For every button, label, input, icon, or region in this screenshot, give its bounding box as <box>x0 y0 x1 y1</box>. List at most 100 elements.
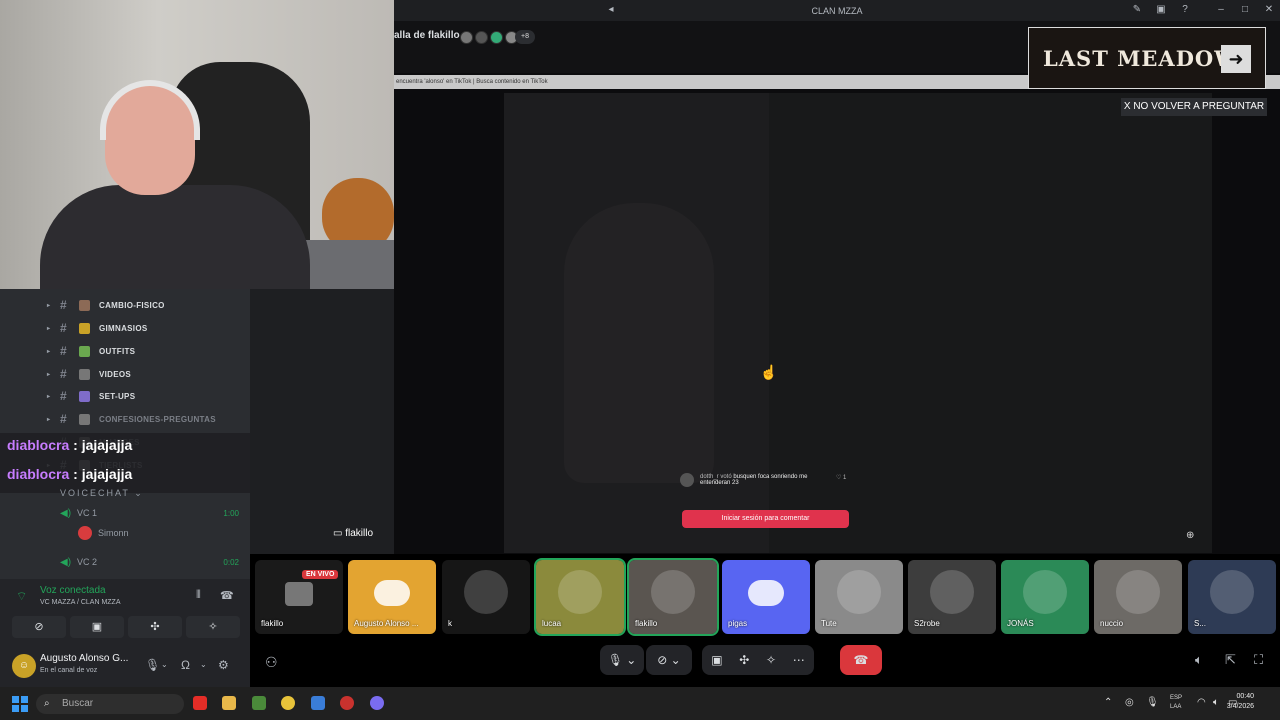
voice-channel-path[interactable]: VC MAZZA / CLAN MZZA <box>40 599 121 606</box>
youtube-icon[interactable] <box>193 696 207 710</box>
channel-item[interactable]: ▸ # OUTFITS <box>0 340 250 362</box>
participant-name: flakillo <box>261 619 284 628</box>
volume-icon[interactable]: 🔈︎ <box>1195 652 1203 668</box>
taskbar-clock[interactable]: 00:40 3/4/2026 <box>1227 692 1254 712</box>
chevron-down-icon[interactable]: ⌄ <box>200 660 207 669</box>
user-status: En el canal de voz <box>40 667 98 674</box>
voice-member[interactable]: Simonn <box>78 526 129 540</box>
channel-emoji-icon <box>79 299 90 311</box>
participant-tile[interactable]: S... <box>1188 560 1276 634</box>
nitro-icon[interactable]: ✎ <box>1130 3 1144 17</box>
streamer-body <box>40 185 310 289</box>
channel-item[interactable]: ▸ # CONFESIONES-PREGUNTAS <box>0 408 250 430</box>
inbox-icon[interactable]: ▣ <box>1154 3 1168 17</box>
microphone-icon[interactable]: 🎙︎ <box>145 658 160 672</box>
user-avatar[interactable]: ☺ <box>12 654 36 678</box>
chevron-right-icon: ▸ <box>47 325 51 332</box>
participant-tile[interactable]: EN VIVO flakillo <box>255 560 343 634</box>
activities-icon[interactable]: ✣ <box>739 653 749 667</box>
channel-emoji-icon <box>79 390 90 402</box>
voice-channel-vc2[interactable]: ◀) VC 2 0:02 <box>60 552 245 572</box>
webcam-overlay <box>0 0 394 289</box>
volume-icon[interactable]: 🔈︎ <box>1213 697 1219 708</box>
participant-more[interactable]: +8 <box>515 30 535 44</box>
screen-share-button[interactable]: ▣ <box>70 616 124 638</box>
avatar <box>558 570 602 614</box>
user-panel: ☺ Augusto Alonso G... En el canal de voz… <box>0 645 250 687</box>
channel-item[interactable]: ▸ # VIDEOS <box>0 363 250 385</box>
close-icon[interactable]: ✕ <box>1262 3 1276 17</box>
soundboard-button[interactable]: ✧ <box>186 616 240 638</box>
participant-name: JONÁS <box>1007 619 1034 628</box>
maximize-icon[interactable]: □ <box>1238 3 1252 17</box>
camera-button[interactable]: ⊘ ⌄ <box>646 645 692 675</box>
avatar <box>464 570 508 614</box>
activities-button[interactable]: ✣ <box>128 616 182 638</box>
user-name[interactable]: Augusto Alonso G... <box>40 653 128 664</box>
channel-item[interactable]: ▸ # SET-UPS <box>0 385 250 407</box>
leave-call-button[interactable]: ☎ <box>840 645 882 675</box>
language-indicator[interactable]: ESP LAA <box>1170 694 1182 712</box>
tray-app-icon[interactable]: ◎ <box>1125 697 1134 708</box>
channel-item[interactable]: ▸ # CAMBIO-FISICO <box>0 294 250 316</box>
minecraft-icon[interactable] <box>252 696 266 710</box>
hash-icon: # <box>60 367 67 381</box>
participant-tile[interactable]: k <box>442 560 530 634</box>
windows-start-icon[interactable] <box>12 696 28 712</box>
participant-tile[interactable]: pigas <box>722 560 810 634</box>
voice-channel-vc1[interactable]: ◀) VC 1 1:00 <box>60 503 245 523</box>
avatar <box>1116 570 1160 614</box>
zoom-icon[interactable]: ⊕ <box>1186 530 1194 541</box>
participant-tile[interactable]: Augusto Alonso ... <box>348 560 436 634</box>
app-icon[interactable] <box>311 696 325 710</box>
tray-mic-icon[interactable]: 🎙︎ <box>1146 697 1159 708</box>
participant-tile[interactable]: flakillo <box>627 558 719 636</box>
avatar <box>651 570 695 614</box>
login-to-comment-button[interactable]: Iniciar sesión para comentar <box>682 510 849 528</box>
hash-icon: # <box>60 412 67 426</box>
microphone-button[interactable]: 🎙︎ ⌄ <box>600 645 644 675</box>
chevron-down-icon[interactable]: ⌄ <box>161 660 168 669</box>
disconnect-icon[interactable]: ☎ <box>220 589 234 602</box>
file-explorer-icon[interactable] <box>222 696 236 710</box>
search-icon: ⌕ <box>44 698 50 709</box>
fullscreen-icon[interactable]: ⛶ <box>1254 652 1263 668</box>
voicechat-category[interactable]: VOICECHAT ⌄ <box>60 488 144 499</box>
tray-chevron-icon[interactable]: ⌃ <box>1104 697 1112 708</box>
voice-status[interactable]: Voz conectada <box>40 585 106 596</box>
call-controls: ⚇ 🎙︎ ⌄ ⊘ ⌄ ▣ ✣ ✧ ⋯ ☎ 🔈︎ ⇱ ⛶ <box>250 642 1280 687</box>
signal-icon[interactable]: ⌔ <box>16 589 27 604</box>
chrome-icon[interactable] <box>281 696 295 710</box>
popout-icon[interactable]: ⇱ <box>1225 652 1236 668</box>
headphones-icon[interactable]: Ω <box>181 658 190 672</box>
participant-tile[interactable]: lucaa <box>534 558 626 636</box>
participant-tile[interactable]: JONÁS <box>1001 560 1089 634</box>
ad-banner[interactable]: LAST MEADOW ➜ <box>1028 27 1266 89</box>
comment-likes: ♡ 1 <box>836 475 847 481</box>
soundboard-icon[interactable]: ✧ <box>766 653 776 667</box>
screen-share-icon[interactable]: ▣ <box>711 653 722 667</box>
help-icon[interactable]: ? <box>1178 3 1192 17</box>
channel-emoji-icon <box>79 413 90 425</box>
invite-user-icon[interactable]: ⚇ <box>265 654 278 671</box>
taskbar-search[interactable]: ⌕ Buscar <box>36 694 184 714</box>
settings-gear-icon[interactable]: ⚙ <box>218 658 229 672</box>
stage-title: alla de flakillo <box>394 30 460 41</box>
app-icon[interactable] <box>340 696 354 710</box>
camera-off-button[interactable]: ⊘ <box>12 616 66 638</box>
participant-tile[interactable]: S2robe <box>908 560 996 634</box>
channel-item[interactable]: ▸ # GIMNASIOS <box>0 317 250 339</box>
channel-emoji-icon <box>79 322 90 334</box>
participant-tile[interactable]: nuccio <box>1094 560 1182 634</box>
noise-suppression-icon[interactable]: ⦀ <box>196 589 201 602</box>
participant-tile[interactable]: Tute <box>815 560 903 634</box>
minimize-icon[interactable]: – <box>1214 3 1228 17</box>
arrow-right-icon[interactable]: ➜ <box>1221 45 1251 73</box>
more-icon[interactable]: ⋯ <box>793 653 805 667</box>
participant-name: Tute <box>821 619 837 628</box>
ad-dismiss-button[interactable]: X NO VOLVER A PREGUNTAR <box>1121 98 1267 116</box>
extra-controls-group: ▣ ✣ ✧ ⋯ <box>702 645 814 675</box>
discord-taskbar-icon[interactable] <box>370 696 384 710</box>
vc-time: 0:02 <box>223 557 239 567</box>
wifi-icon[interactable]: ◠ <box>1197 697 1206 708</box>
